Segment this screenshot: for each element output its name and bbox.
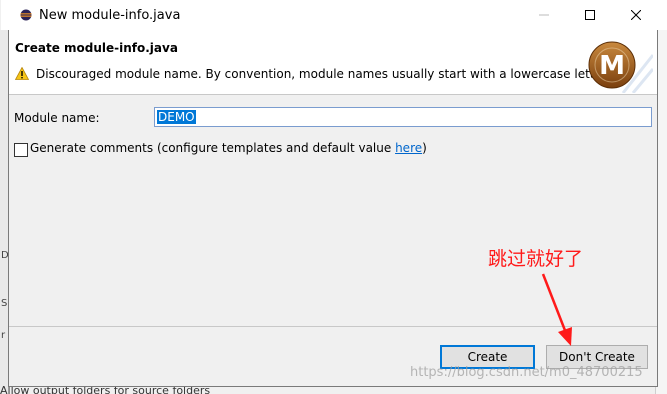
module-logo-icon: M — [588, 41, 653, 93]
banner-title: Create module-info.java — [15, 41, 178, 55]
warning-icon — [15, 67, 29, 80]
dont-create-button-label: Don't Create — [559, 350, 635, 364]
maximize-icon — [585, 10, 595, 20]
configure-templates-link[interactable]: here — [395, 141, 422, 155]
generate-comments-text: Generate comments (configure templates a… — [30, 141, 396, 155]
generate-comments-checkbox[interactable] — [14, 143, 28, 157]
create-button-label: Create — [467, 350, 508, 364]
close-button[interactable] — [614, 0, 658, 30]
eclipse-icon — [20, 9, 32, 21]
watermark: https://blog.csdn.net/m0_48700215 — [410, 365, 643, 380]
minimize-icon — [539, 14, 549, 16]
background-letter: S — [1, 298, 8, 309]
annotation-text: 跳过就好了 — [488, 248, 584, 270]
new-module-info-dialog: New module-info.java Create module-info.… — [1, 0, 667, 387]
window-title: New module-info.java — [39, 8, 181, 23]
background-letter: r — [1, 330, 6, 341]
minimize-button[interactable] — [522, 0, 566, 30]
module-name-input[interactable]: DEMO — [154, 107, 652, 127]
close-icon — [631, 10, 641, 20]
warning-message: Discouraged module name. By convention, … — [36, 67, 607, 81]
button-separator — [9, 326, 657, 327]
wizard-banner: Create module-info.java Discouraged modu… — [9, 30, 657, 95]
generate-comments-label: Generate comments (configure templates a… — [30, 141, 427, 155]
background-ide-left-strip: D S r — [0, 30, 9, 394]
title-bar: New module-info.java — [1, 0, 667, 30]
background-option-text: Allow output folders for source folders — [0, 386, 211, 394]
maximize-button[interactable] — [568, 0, 612, 30]
background-ide-bottom-text: Allow output folders for source folders — [0, 386, 667, 394]
module-name-label: Module name: — [14, 111, 100, 125]
logo-letter: M — [599, 51, 625, 81]
generate-comments-suffix: ) — [422, 141, 427, 155]
module-name-value: DEMO — [157, 110, 196, 124]
